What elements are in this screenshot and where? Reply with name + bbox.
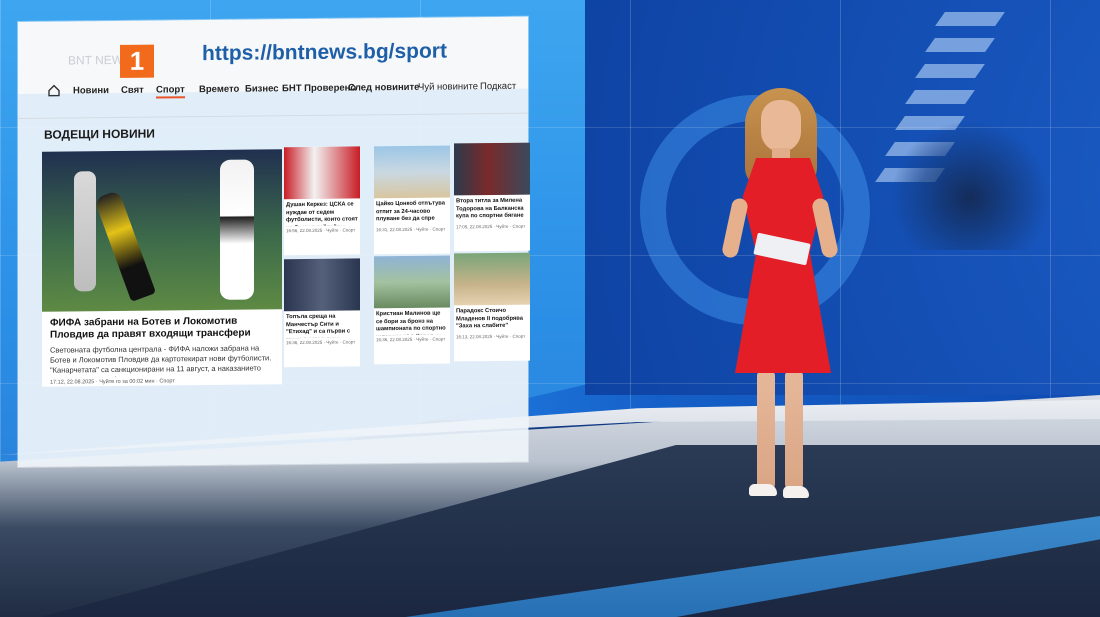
nav-world[interactable]: Свят — [121, 85, 144, 96]
article-meta: 17:05, 22.08.2025 · Чуйте · Спорт — [456, 223, 526, 230]
article-image[interactable] — [374, 145, 450, 199]
website-screen: BNT NEWS 1 https://bntnews.bg/sport Нови… — [18, 16, 530, 468]
presenter-shoe — [749, 484, 777, 496]
presenter-arm — [720, 196, 750, 260]
nav-listen[interactable]: Чуй новините — [418, 81, 478, 93]
article-meta: 16:56, 22.08.2025 · Чуйте · Спорт — [286, 227, 356, 234]
nav-podcast[interactable]: Подкаст — [480, 81, 516, 92]
hero-meta: 17:12, 22.08.2025 · Чуйте го за 00:02 ми… — [50, 378, 175, 386]
article-image[interactable] — [454, 252, 530, 306]
hero-title[interactable]: ФИФА забрани на Ботев и Локомотив Пловди… — [50, 315, 278, 341]
nav-business[interactable]: Бизнес — [245, 83, 279, 94]
player-shape — [74, 171, 96, 292]
player-shape — [220, 159, 254, 300]
article-card[interactable]: Душан Керкез: ЦСКА се нуждае от седем фу… — [284, 146, 360, 256]
player-shape — [93, 189, 157, 302]
nav-separator — [18, 112, 528, 119]
article-image[interactable] — [454, 142, 530, 196]
article-title[interactable]: Парадокс Стоичо Младенов II подобрява "З… — [454, 305, 530, 333]
studio-scene: BNT NEWS 1 https://bntnews.bg/sport Нови… — [0, 0, 1100, 617]
nav-news[interactable]: Новини — [73, 85, 109, 96]
nav-weather[interactable]: Времето — [199, 84, 239, 95]
bnt1-logo[interactable]: 1 — [120, 44, 154, 78]
article-title[interactable]: Топъла среща на Манчестър Сити и "Етихад… — [284, 310, 360, 339]
home-icon[interactable] — [47, 84, 61, 98]
hero-image[interactable] — [42, 149, 282, 312]
red-dress — [735, 158, 831, 373]
section-title: ВОДЕЩИ НОВИНИ — [44, 126, 155, 142]
article-title[interactable]: Кристиан Малинов ще се бори за бронз на … — [374, 307, 450, 336]
article-image[interactable] — [284, 258, 360, 312]
hero-summary: Световната футболна централа - ФИФА нало… — [50, 343, 272, 377]
article-card[interactable]: Парадокс Стоичо Младенов II подобрява "З… — [454, 252, 530, 362]
article-card[interactable]: Втора титла за Милена Тодорова на Балкан… — [454, 142, 530, 252]
site-url: https://bntnews.bg/sport — [202, 39, 447, 66]
presenter-shoe — [783, 486, 809, 498]
article-card[interactable]: Кристиан Малинов ще се бори за бронз на … — [374, 255, 450, 365]
article-meta: 16:36, 22.08.2025 · Чуйте · Спорт — [376, 336, 446, 343]
article-title[interactable]: Душан Керкез: ЦСКА се нуждае от седем фу… — [284, 198, 360, 226]
article-meta: 16:36, 22.08.2025 · Чуйте · Спорт — [286, 339, 356, 346]
presenter-leg — [757, 370, 775, 490]
nav-sport[interactable]: Спорт — [156, 84, 185, 99]
nav-after-news[interactable]: След новините — [348, 82, 419, 94]
article-image[interactable] — [284, 146, 360, 200]
article-card[interactable]: Топъла среща на Манчестър Сити и "Етихад… — [284, 258, 360, 368]
article-meta: 16:13, 22.08.2025 · Чуйте · Спорт — [456, 333, 526, 340]
article-title[interactable]: Цайко Цонкоб отпътува отпит за 24-часово… — [374, 197, 450, 225]
nav-bnt-checked[interactable]: БНТ Проверено — [282, 82, 356, 94]
hero-article[interactable]: ФИФА забрани на Ботев и Локомотив Пловди… — [42, 149, 282, 387]
article-card[interactable]: Цайко Цонкоб отпътува отпит за 24-часово… — [374, 145, 450, 255]
news-presenter — [715, 88, 845, 518]
article-meta: 16:31, 22.08.2025 · Чуйте · Спорт — [376, 226, 446, 233]
presenter-face — [761, 100, 801, 152]
article-image[interactable] — [374, 255, 450, 309]
presenter-leg — [785, 370, 803, 490]
article-title[interactable]: Втора титла за Милена Тодорова на Балкан… — [454, 195, 530, 223]
